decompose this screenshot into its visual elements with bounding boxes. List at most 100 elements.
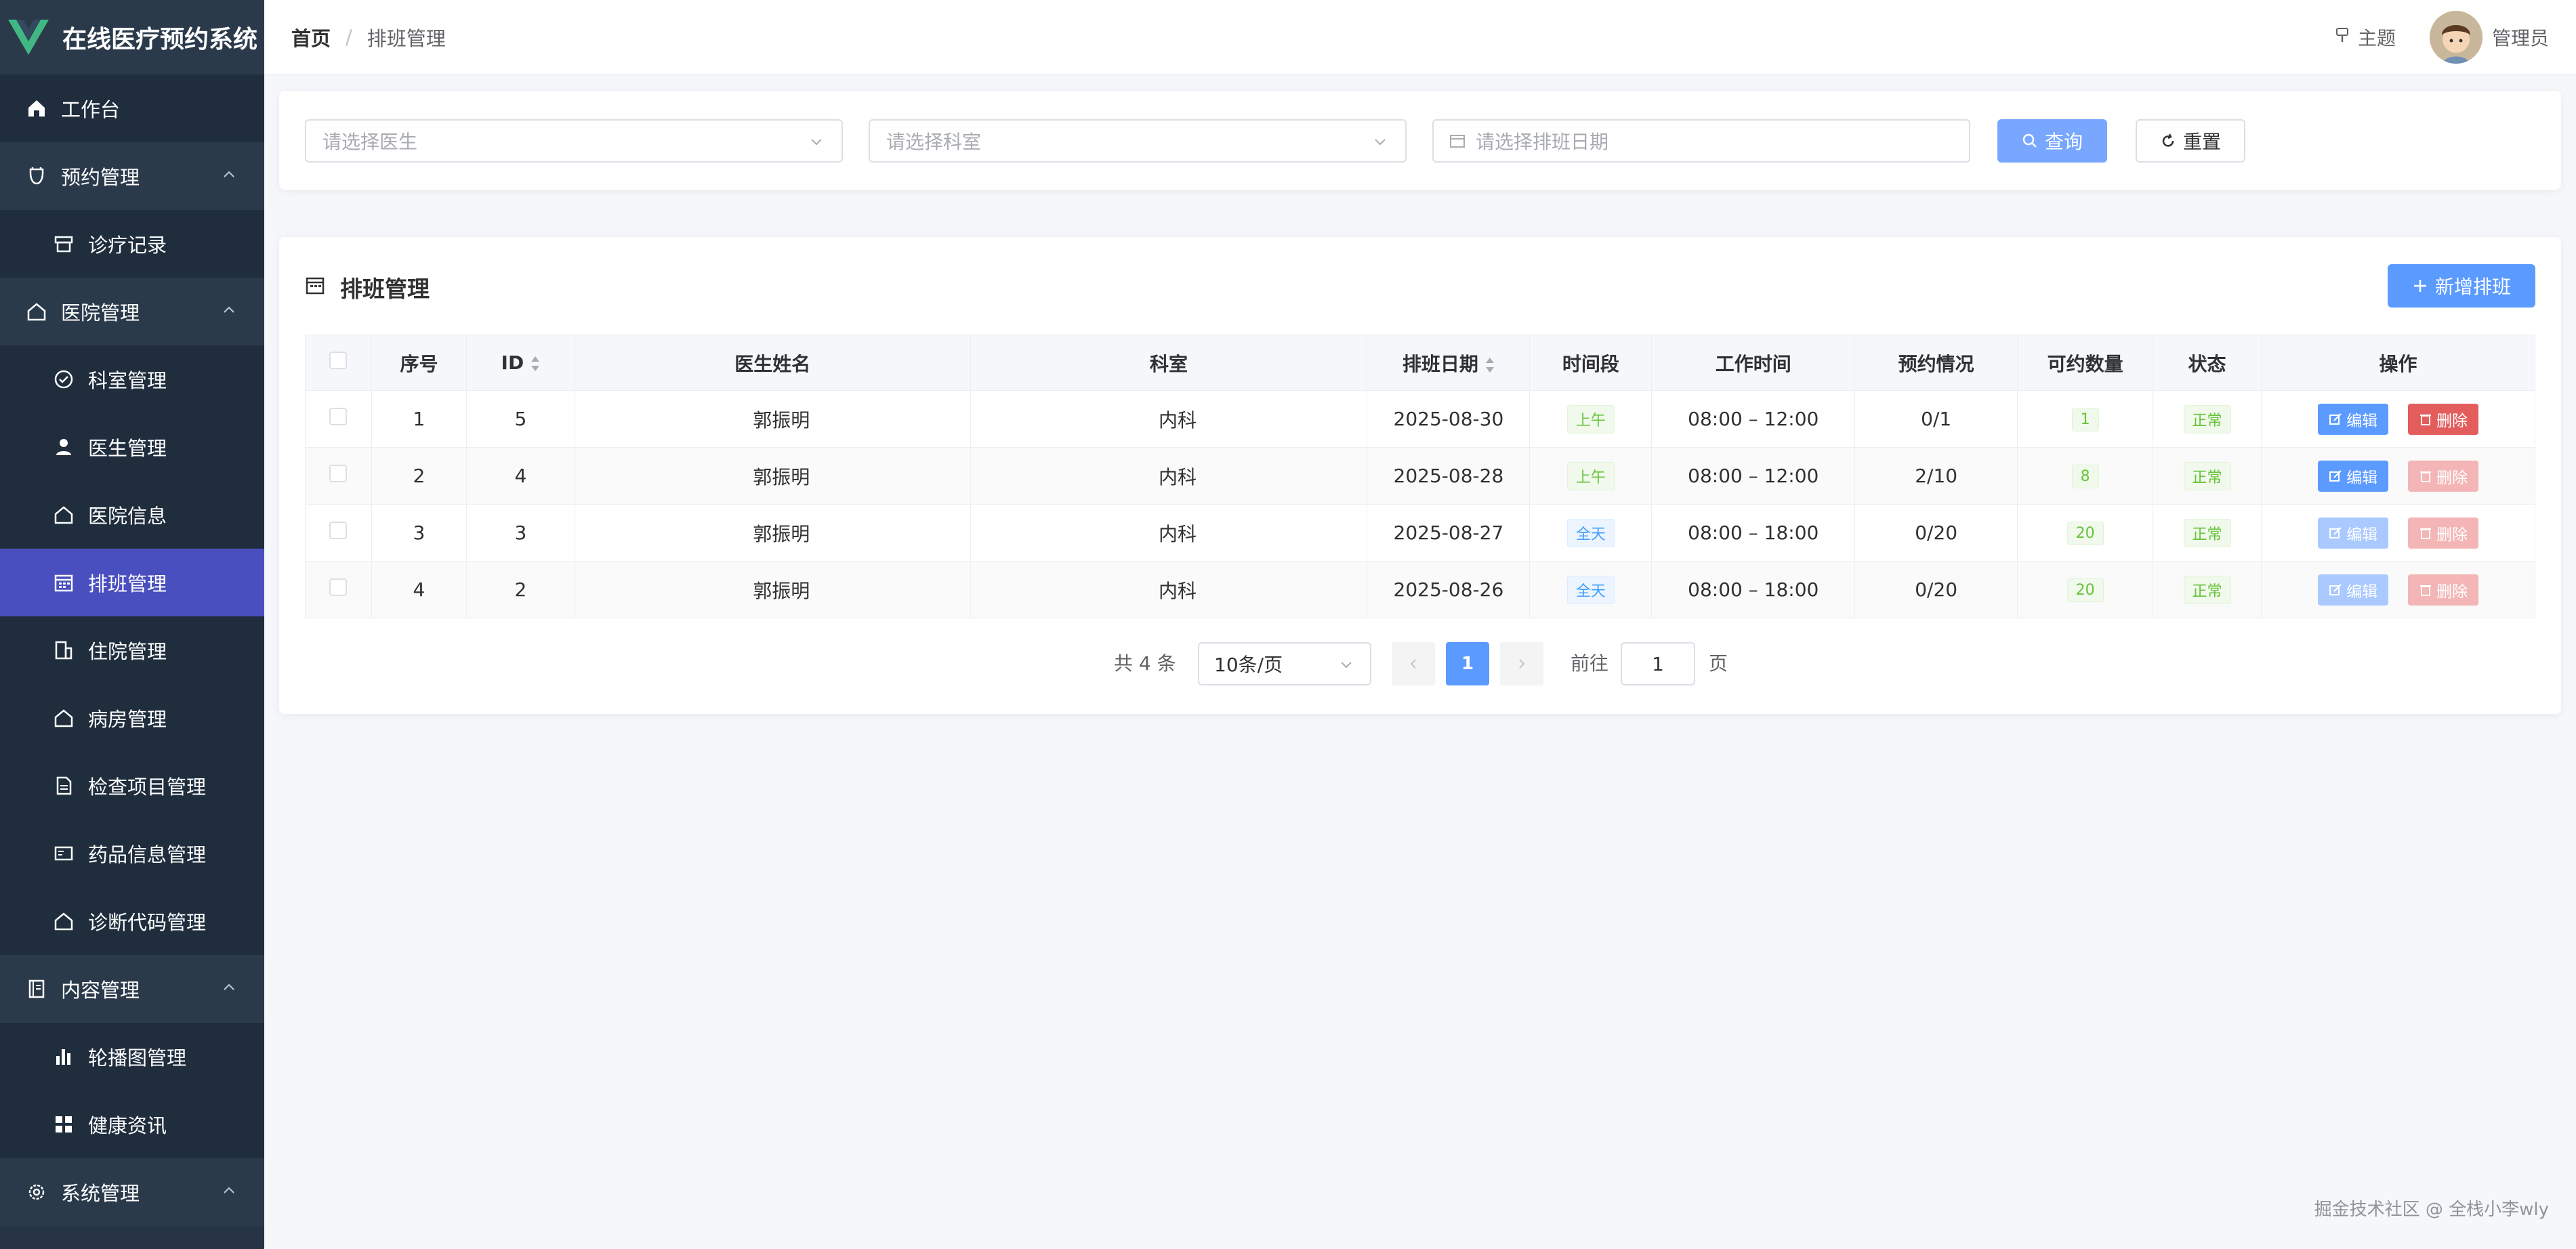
select-all-checkbox[interactable] bbox=[329, 352, 348, 369]
query-button[interactable]: 查询 bbox=[1997, 119, 2107, 163]
sidebar-item-inpatient[interactable]: 住院管理 bbox=[0, 616, 264, 684]
doctor-select[interactable]: 请选择医生 bbox=[305, 119, 843, 163]
cell-id: 4 bbox=[465, 447, 575, 505]
date-picker-placeholder: 请选择排班日期 bbox=[1476, 131, 1609, 153]
select-all-cell bbox=[305, 335, 372, 391]
pagination-total: 共 4 条 bbox=[1114, 652, 1176, 675]
sidebar-item-carousel[interactable]: 轮播图管理 bbox=[0, 1023, 264, 1091]
cell-hours: 08:00 – 12:00 bbox=[1651, 390, 1856, 448]
row-checkbox[interactable] bbox=[329, 408, 348, 425]
sidebar-item-health-news[interactable]: 健康资讯 bbox=[0, 1091, 264, 1158]
sidebar-item-label: 预约管理 bbox=[61, 166, 140, 189]
sort-icon bbox=[1485, 357, 1494, 373]
home-icon bbox=[26, 98, 47, 119]
col-date[interactable]: 排班日期 bbox=[1367, 335, 1531, 391]
status-badge: 正常 bbox=[2183, 575, 2231, 604]
refresh-icon bbox=[2160, 133, 2176, 149]
calendar-icon bbox=[1434, 132, 1466, 150]
sidebar-item-departments[interactable]: 科室管理 bbox=[0, 345, 264, 413]
chevron-left-icon bbox=[1410, 659, 1416, 669]
histogram-icon bbox=[53, 1046, 75, 1067]
edit-button[interactable]: 编辑 bbox=[2318, 403, 2389, 435]
sidebar-item-doctors[interactable]: 医生管理 bbox=[0, 413, 264, 481]
row-checkbox[interactable] bbox=[329, 465, 348, 482]
delete-button[interactable]: 删除 bbox=[2407, 517, 2478, 549]
cell-period: 全天 bbox=[1529, 504, 1653, 562]
sidebar-item-wards[interactable]: 病房管理 bbox=[0, 684, 264, 752]
brush-icon bbox=[2333, 26, 2351, 49]
date-picker[interactable]: 请选择排班日期 bbox=[1432, 119, 1970, 163]
delete-button[interactable]: 删除 bbox=[2407, 403, 2478, 435]
doctor-select-placeholder: 请选择医生 bbox=[323, 131, 418, 153]
breadcrumb-separator: / bbox=[346, 25, 352, 49]
sidebar-item-system[interactable]: 系统管理 bbox=[0, 1158, 264, 1226]
sidebar-item-hospital-info[interactable]: 医院信息 bbox=[0, 481, 264, 549]
sidebar-item-label: 诊疗记录 bbox=[88, 234, 167, 257]
row-select-cell bbox=[305, 504, 372, 562]
cell-available: 1 bbox=[2017, 390, 2154, 448]
row-checkbox[interactable] bbox=[329, 522, 348, 539]
delete-label: 删除 bbox=[2436, 469, 2468, 487]
user-name[interactable]: 管理员 bbox=[2492, 24, 2549, 51]
sidebar-item-diagnosis-codes[interactable]: 诊断代码管理 bbox=[0, 887, 264, 955]
sidebar-item-workbench[interactable]: 工作台 bbox=[0, 75, 264, 142]
sidebar-item-appointment[interactable]: 预约管理 bbox=[0, 142, 264, 210]
search-panel: 请选择医生 请选择科室 请选择排班日期 查询 重置 bbox=[279, 91, 2561, 190]
table-row: 4 2 郭振明 内科 2025-08-26 全天 08:00 – 18:00 0… bbox=[305, 561, 2535, 618]
office-building-icon bbox=[53, 639, 75, 661]
page-number-button[interactable]: 1 bbox=[1446, 642, 1489, 685]
page-size-value: 10条/页 bbox=[1214, 654, 1283, 676]
sidebar-item-drugs[interactable]: 药品信息管理 bbox=[0, 820, 264, 887]
sidebar-item-records[interactable]: 诊疗记录 bbox=[0, 210, 264, 278]
card-title: 排班管理 bbox=[340, 276, 430, 302]
department-select-placeholder: 请选择科室 bbox=[886, 131, 982, 153]
row-checkbox[interactable] bbox=[329, 578, 348, 596]
goto-page-input[interactable]: 1 bbox=[1621, 642, 1695, 685]
edit-icon bbox=[2329, 412, 2342, 426]
page-size-select[interactable]: 10条/页 bbox=[1198, 642, 1371, 685]
sidebar-item-label: 医院信息 bbox=[88, 505, 167, 528]
sidebar: 在线医疗预约系统 工作台 预约管理 诊疗记录 医院管理 科室管理 医生管理 医院… bbox=[0, 0, 264, 1249]
sidebar-item-schedule[interactable]: 排班管理 bbox=[0, 549, 264, 616]
cell-actions: 编辑 删除 bbox=[2261, 504, 2535, 562]
calendar-icon bbox=[305, 274, 325, 301]
period-tag: 全天 bbox=[1566, 518, 1615, 547]
cell-actions: 编辑 删除 bbox=[2261, 447, 2535, 505]
breadcrumb-home[interactable]: 首页 bbox=[291, 23, 331, 51]
next-page-button[interactable] bbox=[1500, 642, 1543, 685]
col-department: 科室 bbox=[970, 335, 1368, 391]
prev-page-button[interactable] bbox=[1392, 642, 1435, 685]
cell-date: 2025-08-30 bbox=[1367, 390, 1531, 448]
avatar[interactable] bbox=[2429, 11, 2482, 64]
edit-button[interactable]: 编辑 bbox=[2318, 460, 2389, 492]
sidebar-item-exam-items[interactable]: 检查项目管理 bbox=[0, 752, 264, 820]
add-schedule-button[interactable]: 新增排班 bbox=[2388, 264, 2535, 308]
house-icon bbox=[53, 504, 75, 526]
sidebar-item-label: 医院管理 bbox=[61, 301, 140, 324]
theme-button[interactable]: 主题 bbox=[2333, 24, 2396, 51]
watermark: 掘金技术社区 @ 全栈小李wly bbox=[2314, 1200, 2549, 1220]
col-period: 时间段 bbox=[1529, 335, 1653, 391]
department-select[interactable]: 请选择科室 bbox=[869, 119, 1407, 163]
cell-date: 2025-08-26 bbox=[1367, 561, 1531, 618]
sidebar-item-content[interactable]: 内容管理 bbox=[0, 955, 264, 1023]
cell-status: 正常 bbox=[2153, 561, 2262, 618]
trash-icon bbox=[2419, 469, 2432, 483]
table-row: 2 4 郭振明 内科 2025-08-28 上午 08:00 – 12:00 2… bbox=[305, 447, 2535, 505]
delete-button[interactable]: 删除 bbox=[2407, 574, 2478, 606]
query-label: 查询 bbox=[2044, 131, 2083, 153]
status-badge: 正常 bbox=[2183, 518, 2231, 547]
theme-label: 主题 bbox=[2357, 27, 2396, 49]
sidebar-item-label: 轮播图管理 bbox=[88, 1046, 187, 1070]
delete-button[interactable]: 删除 bbox=[2407, 460, 2478, 492]
cell-status: 正常 bbox=[2153, 447, 2262, 505]
edit-button[interactable]: 编辑 bbox=[2318, 574, 2389, 606]
sidebar-item-hospital[interactable]: 医院管理 bbox=[0, 278, 264, 345]
app-title: 在线医疗预约系统 bbox=[62, 26, 258, 54]
reset-button[interactable]: 重置 bbox=[2136, 119, 2245, 163]
row-select-cell bbox=[305, 390, 372, 448]
edit-button[interactable]: 编辑 bbox=[2318, 517, 2389, 549]
edit-label: 编辑 bbox=[2346, 412, 2378, 430]
col-id[interactable]: ID bbox=[465, 335, 575, 391]
sidebar-item-label: 工作台 bbox=[61, 98, 121, 121]
